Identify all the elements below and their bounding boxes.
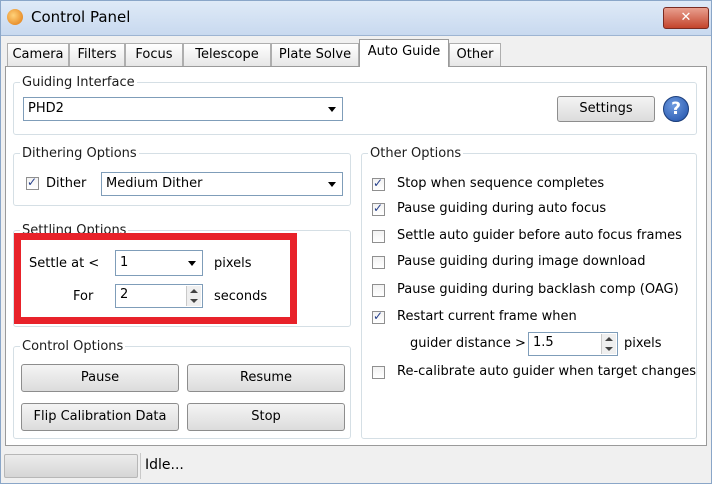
guider-distance-label: guider distance > [410, 336, 526, 351]
status-text: Idle... [145, 457, 184, 473]
tab-focus[interactable]: Focus [125, 43, 183, 66]
chevron-down-icon [328, 182, 336, 187]
tab-filters[interactable]: Filters [69, 43, 125, 66]
spinner-arrows[interactable] [601, 334, 616, 354]
tab-auto-guide[interactable]: Auto Guide [359, 39, 449, 67]
tab-telescope[interactable]: Telescope [183, 43, 271, 66]
title-bar[interactable]: Control Panel ✕ [1, 1, 711, 36]
pause-during-auto-focus-checkbox[interactable] [372, 201, 385, 216]
status-separator [140, 453, 141, 479]
chevron-down-icon [328, 107, 336, 112]
close-button[interactable]: ✕ [663, 7, 709, 29]
guiding-interface-legend: Guiding Interface [22, 75, 135, 90]
control-options-legend: Control Options [22, 339, 124, 354]
restart-current-frame-checkbox[interactable] [372, 309, 385, 324]
pause-button[interactable]: Pause [21, 364, 179, 392]
settle-before-auto-focus-label: Settle auto guider before auto focus fra… [397, 228, 682, 243]
dither-label: Dither [46, 176, 87, 191]
tab-plate-solve[interactable]: Plate Solve [271, 43, 359, 66]
recalibrate-on-target-change-checkbox[interactable] [372, 366, 385, 379]
guiding-interface-value: PHD2 [28, 101, 64, 116]
recalibrate-on-target-change-label: Re-calibrate auto guider when target cha… [397, 364, 696, 379]
spin-down-icon[interactable] [605, 347, 613, 351]
help-icon[interactable]: ? [663, 96, 689, 122]
dither-amount-value: Medium Dither [106, 176, 203, 191]
app-icon [7, 9, 23, 25]
settings-button[interactable]: Settings [557, 96, 655, 122]
restart-current-frame-label: Restart current frame when [397, 309, 577, 324]
pause-during-auto-focus-label: Pause guiding during auto focus [397, 201, 607, 216]
guider-distance-value: 1.5 [533, 335, 554, 350]
dithering-options-legend: Dithering Options [22, 146, 137, 161]
stop-when-sequence-completes-checkbox[interactable] [372, 176, 385, 191]
progress-bar [4, 454, 138, 478]
guiding-interface-select[interactable]: PHD2 [23, 97, 343, 121]
settling-highlight-box [14, 233, 297, 324]
spin-up-icon[interactable] [605, 337, 613, 341]
other-options-legend: Other Options [370, 146, 462, 161]
pause-during-backlash-label: Pause guiding during backlash comp (OAG) [397, 282, 679, 297]
pause-during-backlash-checkbox[interactable] [372, 284, 385, 297]
flip-calibration-button[interactable]: Flip Calibration Data [21, 403, 179, 431]
settle-before-auto-focus-checkbox[interactable] [372, 230, 385, 243]
pause-during-image-download-label: Pause guiding during image download [397, 254, 646, 269]
control-panel-window: Control Panel ✕ Camera Filters Focus Tel… [0, 0, 712, 484]
dither-checkbox[interactable] [26, 175, 39, 190]
stop-when-sequence-completes-label: Stop when sequence completes [397, 176, 605, 191]
dither-amount-select[interactable]: Medium Dither [101, 172, 343, 196]
window-title: Control Panel [31, 8, 131, 26]
resume-button[interactable]: Resume [187, 364, 345, 392]
tab-other[interactable]: Other [449, 43, 501, 66]
pause-during-image-download-checkbox[interactable] [372, 256, 385, 269]
guider-distance-unit: pixels [624, 336, 662, 351]
stop-button[interactable]: Stop [187, 403, 345, 431]
tab-camera[interactable]: Camera [7, 43, 69, 66]
guider-distance-stepper[interactable]: 1.5 [528, 332, 618, 356]
